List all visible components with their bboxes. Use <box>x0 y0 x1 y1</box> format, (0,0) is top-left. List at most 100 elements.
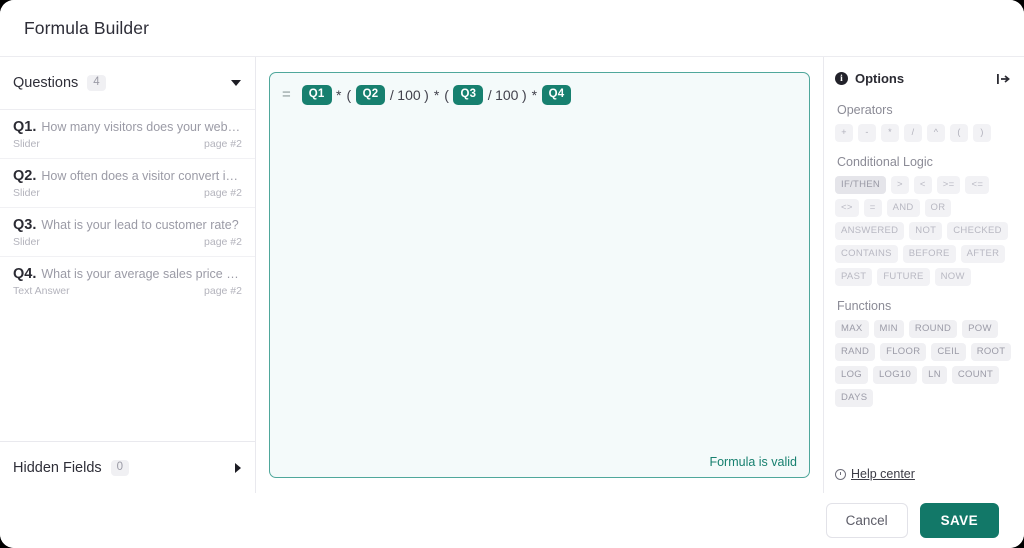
function-chip-floor[interactable]: FLOOR <box>880 342 927 361</box>
formula-token-operator: * <box>336 86 342 103</box>
collapse-panel-right-icon[interactable] <box>996 72 1012 86</box>
sidebar-section-hidden-fields[interactable]: Hidden Fields 0 <box>0 441 255 493</box>
logic-chip-before[interactable]: BEFORE <box>902 244 956 263</box>
question-meta: Slider page #2 <box>13 187 242 199</box>
question-text: How many visitors does your website have… <box>41 120 242 134</box>
dialog-body: Questions 4 Q1. How many visitors does y… <box>0 56 1024 493</box>
function-chip-count[interactable]: COUNT <box>951 365 1000 384</box>
sidebar: Questions 4 Q1. How many visitors does y… <box>0 57 256 493</box>
question-number: Q4. <box>13 266 37 282</box>
logic-chip-answered[interactable]: ANSWERED <box>835 221 905 240</box>
formula-builder-dialog: Formula Builder Questions 4 Q1. How many… <box>0 0 1024 548</box>
help-center-row[interactable]: Help center <box>835 467 915 481</box>
question-text: What is your average sales price per cus… <box>41 267 242 281</box>
conditional-logic-chip-group: IF/THEN > < >= <= <> = AND OR ANSWERED N… <box>835 175 1012 286</box>
formula-token-field[interactable]: Q4 <box>541 85 572 105</box>
help-center-link[interactable]: Help center <box>851 467 915 481</box>
logic-chip-not-equal[interactable]: <> <box>835 198 859 217</box>
save-button[interactable]: SAVE <box>919 503 999 538</box>
formula-token-operator: / <box>389 86 394 103</box>
logic-chip-equals[interactable]: = <box>863 198 882 217</box>
logic-chip-checked[interactable]: CHECKED <box>947 221 1008 240</box>
formula-token-operator: ) <box>424 86 429 103</box>
list-item[interactable]: Q3. What is your lead to customer rate? … <box>0 208 255 257</box>
function-chip-max[interactable]: MAX <box>835 319 869 338</box>
hidden-fields-section-label: Hidden Fields <box>13 459 102 476</box>
question-text: What is your lead to customer rate? <box>41 218 239 232</box>
function-chip-days[interactable]: DAYS <box>835 388 874 407</box>
question-page: page #2 <box>204 138 242 150</box>
logic-chip-less-than[interactable]: < <box>913 175 932 194</box>
logic-chip-greater-than[interactable]: > <box>891 175 909 194</box>
formula-token-number: 100 <box>495 86 519 103</box>
question-number: Q3. <box>13 217 37 233</box>
logic-chip-less-equal[interactable]: <= <box>965 175 990 194</box>
question-page: page #2 <box>204 187 242 199</box>
list-item[interactable]: Q2. How often does a visitor convert int… <box>0 159 255 208</box>
chevron-down-icon[interactable] <box>231 80 241 86</box>
question-number: Q1. <box>13 119 37 135</box>
dialog-footer: Cancel SAVE <box>0 493 1024 548</box>
logic-chip-past[interactable]: PAST <box>835 267 873 286</box>
operator-chip-multiply[interactable]: * <box>881 124 899 142</box>
formula-token-field[interactable]: Q1 <box>301 85 332 105</box>
operator-chip-open-paren[interactable]: ( <box>950 124 968 142</box>
function-chip-min[interactable]: MIN <box>873 319 904 338</box>
function-chip-log10[interactable]: LOG10 <box>872 365 918 384</box>
formula-token-operator: * <box>531 86 538 103</box>
function-chip-pow[interactable]: POW <box>962 319 998 338</box>
logic-chip-future[interactable]: FUTURE <box>877 267 930 286</box>
options-panel: i Options Operators + - * / ^ ( ) Condit… <box>824 57 1024 493</box>
options-panel-title: Options <box>855 71 905 86</box>
operator-chip-close-paren[interactable]: ) <box>973 124 991 142</box>
operator-chip-power[interactable]: ^ <box>927 124 945 142</box>
question-page: page #2 <box>204 285 242 297</box>
cancel-button[interactable]: Cancel <box>825 503 908 538</box>
group-label-functions: Functions <box>837 298 892 313</box>
operator-chip-divide[interactable]: / <box>904 124 922 142</box>
logic-chip-now[interactable]: NOW <box>934 267 971 286</box>
formula-token-field[interactable]: Q3 <box>453 85 484 105</box>
functions-chip-group: MAX MIN ROUND POW RAND FLOOR CEIL ROOT L… <box>835 319 1012 407</box>
hidden-fields-count-badge: 0 <box>110 459 130 476</box>
logic-chip-and[interactable]: AND <box>886 198 920 217</box>
function-chip-log[interactable]: LOG <box>835 365 868 384</box>
question-type: Text Answer <box>13 285 70 297</box>
function-chip-rand[interactable]: RAND <box>835 342 876 361</box>
operator-chip-minus[interactable]: - <box>858 124 876 142</box>
questions-list: Q1. How many visitors does your website … <box>0 109 255 441</box>
logic-chip-if-then[interactable]: IF/THEN <box>835 175 887 194</box>
question-text: How often does a visitor convert into a … <box>41 169 242 183</box>
function-chip-ln[interactable]: LN <box>922 365 947 384</box>
equals-sign: = <box>282 86 291 104</box>
question-type: Slider <box>13 138 40 150</box>
options-panel-header: i Options <box>835 71 1012 86</box>
questions-section-label: Questions <box>13 75 79 91</box>
page-title: Formula Builder <box>24 17 150 38</box>
question-meta: Text Answer page #2 <box>13 285 242 297</box>
logic-chip-contains[interactable]: CONTAINS <box>835 244 898 263</box>
logic-chip-not[interactable]: NOT <box>909 221 943 240</box>
operator-chip-group: + - * / ^ ( ) <box>835 124 1012 142</box>
list-item[interactable]: Q4. What is your average sales price per… <box>0 257 255 305</box>
logic-chip-or[interactable]: OR <box>924 198 952 217</box>
operator-chip-plus[interactable]: + <box>835 124 853 142</box>
formula-token-field[interactable]: Q2 <box>355 85 386 105</box>
question-headline: Q4. What is your average sales price per… <box>13 266 242 282</box>
sidebar-section-questions[interactable]: Questions 4 <box>0 57 255 109</box>
chevron-right-icon[interactable] <box>235 462 241 473</box>
formula-input[interactable]: = Q1 * ( Q2 / 100 ) * ( Q3 / 100 ) * Q4 <box>269 72 810 478</box>
dialog-titlebar: Formula Builder <box>0 0 1024 56</box>
list-item[interactable]: Q1. How many visitors does your website … <box>0 110 255 159</box>
function-chip-ceil[interactable]: CEIL <box>931 342 966 361</box>
question-type: Slider <box>13 187 40 199</box>
formula-token-operator: * <box>433 86 440 103</box>
formula-token-number: 100 <box>397 86 421 103</box>
function-chip-round[interactable]: ROUND <box>908 319 958 338</box>
question-meta: Slider page #2 <box>13 138 242 150</box>
formula-token-operator: / <box>487 86 492 103</box>
logic-chip-greater-equal[interactable]: >= <box>936 175 961 194</box>
group-label-conditional-logic: Conditional Logic <box>837 154 933 169</box>
function-chip-root[interactable]: ROOT <box>970 342 1012 361</box>
logic-chip-after[interactable]: AFTER <box>960 244 1006 263</box>
